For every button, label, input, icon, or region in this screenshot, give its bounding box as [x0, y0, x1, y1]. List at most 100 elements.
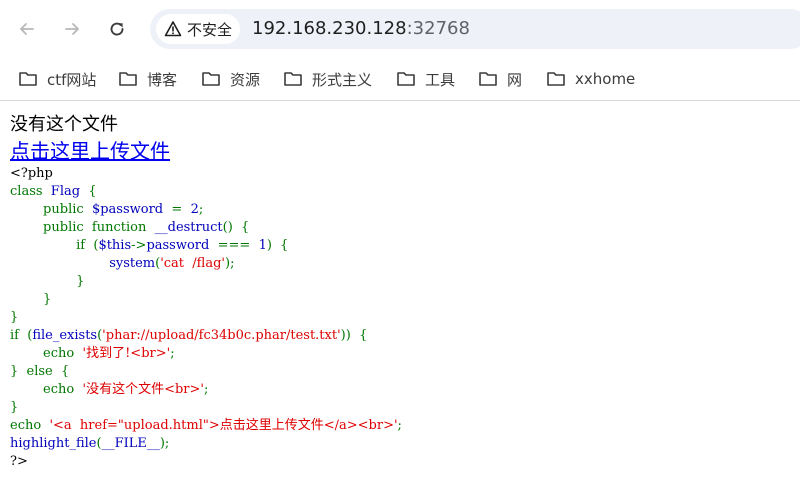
- code-token: '<a href="upload.html">点击这里上传文件</a><br>': [49, 418, 398, 433]
- source-code-block: <?php class Flag { public $password = 2; …: [10, 165, 790, 471]
- url-host: 192.168.230.128: [252, 18, 407, 39]
- code-line: public function __destruct() {: [10, 219, 790, 237]
- code-line: }: [10, 291, 790, 309]
- warning-triangle-icon: [164, 21, 182, 37]
- bookmark-label: ctf网站: [47, 70, 97, 89]
- code-token: 'phar://upload/fc34b0c.phar/test.txt': [102, 328, 341, 343]
- folder-icon: [547, 72, 565, 86]
- bookmark-label: xxhome: [575, 70, 636, 88]
- code-line: if (file_exists('phar://upload/fc34b0c.p…: [10, 327, 790, 345]
- code-token: class: [10, 184, 51, 199]
- code-token: );: [225, 256, 235, 271]
- folder-icon: [284, 72, 302, 86]
- code-token: public function: [10, 220, 155, 235]
- code-token: '找到了!<br>': [82, 346, 171, 361]
- code-line: echo '找到了!<br>';: [10, 345, 790, 363]
- bookmarks-bar: ctf网站 博客 资源 形式主义 工具 网 xxhome: [0, 58, 800, 100]
- bookmark-formalism[interactable]: 形式主义: [283, 65, 372, 93]
- code-token: ;: [198, 202, 204, 217]
- code-line: class Flag {: [10, 183, 790, 201]
- reload-button[interactable]: [102, 14, 132, 44]
- folder-icon: [479, 72, 497, 86]
- code-token: {: [88, 184, 97, 199]
- security-label: 不安全: [187, 20, 233, 39]
- folder-icon: [202, 72, 220, 86]
- url-port: :32768: [406, 18, 470, 39]
- code-token: }: [10, 274, 85, 289]
- address-bar[interactable]: 不安全 192.168.230.128:32768: [150, 9, 800, 49]
- code-token: 2: [190, 202, 199, 217]
- bookmark-ctf[interactable]: ctf网站: [18, 65, 96, 93]
- code-token: ;: [203, 382, 209, 397]
- code-token: password: [146, 238, 218, 253]
- code-line: ?>: [10, 453, 790, 471]
- code-line: highlight_file(__FILE__);: [10, 435, 790, 453]
- forward-arrow-icon: [65, 23, 79, 35]
- toolbar-divider: [0, 100, 800, 101]
- code-token: __FILE__: [101, 436, 160, 451]
- code-token: ;: [397, 418, 402, 433]
- code-token: ===: [217, 238, 259, 253]
- code-token: '没有这个文件<br>': [82, 382, 204, 397]
- code-line: }: [10, 399, 790, 417]
- code-token: } else {: [10, 364, 70, 379]
- bookmark-label: 资源: [230, 70, 261, 89]
- bookmark-blog[interactable]: 博客: [118, 65, 177, 93]
- code-token: system: [109, 256, 156, 271]
- browser-toolbar: 不安全 192.168.230.128:32768: [0, 0, 800, 58]
- folder-icon: [397, 72, 415, 86]
- code-line: public $password = 2;: [10, 201, 790, 219]
- code-token: }: [10, 292, 52, 307]
- back-button[interactable]: [12, 14, 42, 44]
- code-token: 'cat /flag': [160, 256, 225, 271]
- reload-icon: [110, 22, 124, 36]
- code-line: system('cat /flag');: [10, 255, 790, 273]
- forward-button[interactable]: [57, 14, 87, 44]
- bookmark-label: 工具: [425, 70, 456, 89]
- code-token: __destruct: [154, 220, 223, 235]
- code-line: <?php: [10, 165, 790, 183]
- code-token: 1: [258, 238, 267, 253]
- code-token: if (: [10, 238, 99, 253]
- code-line: echo '<a href="upload.html">点击这里上传文件</a>…: [10, 417, 790, 435]
- bookmark-resources[interactable]: 资源: [201, 65, 260, 93]
- folder-icon: [19, 72, 37, 86]
- bookmark-label: 博客: [147, 70, 178, 89]
- code-token: echo: [10, 382, 83, 397]
- bookmark-tools[interactable]: 工具: [396, 65, 455, 93]
- code-token: highlight_file: [10, 436, 97, 451]
- back-arrow-icon: [20, 23, 34, 35]
- code-token: }: [10, 310, 19, 325]
- code-token: public: [10, 202, 92, 217]
- code-line: echo '没有这个文件<br>';: [10, 381, 790, 399]
- code-line: }: [10, 273, 790, 291]
- code-token: echo: [10, 346, 83, 361]
- code-line: } else {: [10, 363, 790, 381]
- bookmark-label: 形式主义: [312, 70, 373, 89]
- url-text[interactable]: 192.168.230.128:32768: [252, 18, 470, 40]
- code-token: if (: [10, 328, 33, 343]
- code-token: file_exists: [32, 328, 98, 343]
- upload-link[interactable]: 点击这里上传文件: [10, 138, 170, 164]
- security-indicator[interactable]: 不安全: [156, 14, 240, 44]
- bookmark-xxhome[interactable]: xxhome: [546, 65, 635, 93]
- status-message: 没有这个文件: [10, 114, 118, 135]
- bookmark-net[interactable]: 网: [478, 65, 522, 93]
- code-line: if ($this->password === 1) {: [10, 237, 790, 255]
- code-token: ;: [170, 346, 175, 361]
- code-token: $this: [98, 238, 132, 253]
- code-token: <?php: [10, 166, 53, 181]
- code-token: )) {: [340, 328, 368, 343]
- code-token: }: [10, 400, 19, 415]
- code-token: ?>: [10, 454, 28, 469]
- code-token: Flag: [50, 184, 89, 199]
- code-token: ) {: [266, 238, 289, 253]
- code-token: $password: [91, 202, 172, 217]
- code-line: }: [10, 309, 790, 327]
- bookmark-label: 网: [507, 70, 523, 89]
- code-token: () {: [222, 220, 250, 235]
- code-token: ->: [131, 238, 147, 253]
- page-content: 没有这个文件 点击这里上传文件 <?php class Flag { public…: [10, 112, 790, 471]
- code-token: );: [159, 436, 170, 451]
